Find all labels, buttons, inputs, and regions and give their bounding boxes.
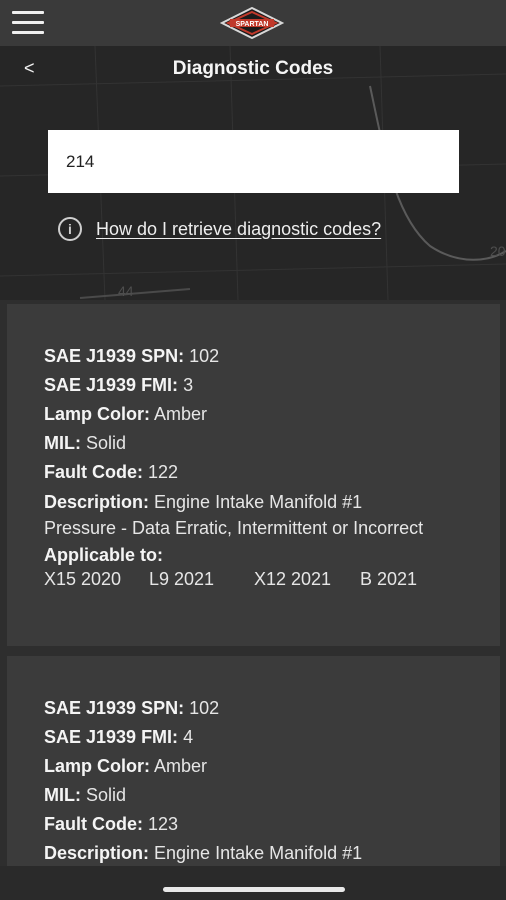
bottom-bar	[0, 866, 506, 900]
search-section: 44 20 < Diagnostic Codes i How do I retr…	[0, 46, 506, 300]
applicable-label: Applicable to:	[44, 545, 164, 565]
model-tag: L9 2021	[149, 569, 215, 589]
model-tag: B 2021	[360, 569, 418, 589]
page-title: Diagnostic Codes	[172, 58, 334, 79]
results-list[interactable]: SAE J1939 SPN: 102 SAE J1939 FMI: 3 Lamp…	[0, 300, 506, 866]
help-link[interactable]: i How do I retrieve diagnostic codes?	[58, 217, 381, 241]
info-circle-icon: i	[58, 217, 82, 241]
fault-code-row: Fault Code: 123	[44, 814, 179, 834]
fmi-row: SAE J1939 FMI: 4	[44, 727, 194, 747]
result-card[interactable]: SAE J1939 SPN: 102 SAE J1939 FMI: 4 Lamp…	[7, 656, 500, 866]
spn-row: SAE J1939 SPN: 102	[44, 698, 220, 718]
lamp-color-row: Lamp Color: Amber	[44, 404, 208, 424]
map-label-44: 44	[118, 283, 134, 299]
spn-row: SAE J1939 SPN: 102	[44, 346, 220, 366]
mil-row: MIL: Solid	[44, 433, 127, 453]
top-app-bar: SPARTAN	[0, 0, 506, 46]
lamp-color-row: Lamp Color: Amber	[44, 756, 208, 776]
logo-text: SPARTAN	[236, 21, 269, 28]
model-tag: X12 2021	[254, 569, 332, 589]
search-input[interactable]	[48, 130, 459, 193]
result-card[interactable]: SAE J1939 SPN: 102 SAE J1939 FMI: 3 Lamp…	[7, 304, 500, 646]
hamburger-menu-icon[interactable]	[12, 11, 46, 35]
model-tag: X15 2020	[44, 569, 122, 589]
fmi-row: SAE J1939 FMI: 3	[44, 375, 194, 395]
mil-row: MIL: Solid	[44, 785, 127, 805]
map-label-20: 20	[490, 243, 506, 259]
spartan-logo-icon: SPARTAN	[219, 6, 285, 40]
home-indicator[interactable]	[163, 887, 345, 892]
description-row: Description: Engine Intake Manifold #1 P…	[44, 492, 424, 538]
description-row: Description: Engine Intake Manifold #1	[44, 843, 363, 863]
fault-code-row: Fault Code: 122	[44, 462, 179, 482]
help-link-text[interactable]: How do I retrieve diagnostic codes?	[96, 219, 381, 240]
model-list: X15 2020 L9 2021 X12 2021 B 2021	[44, 569, 500, 597]
